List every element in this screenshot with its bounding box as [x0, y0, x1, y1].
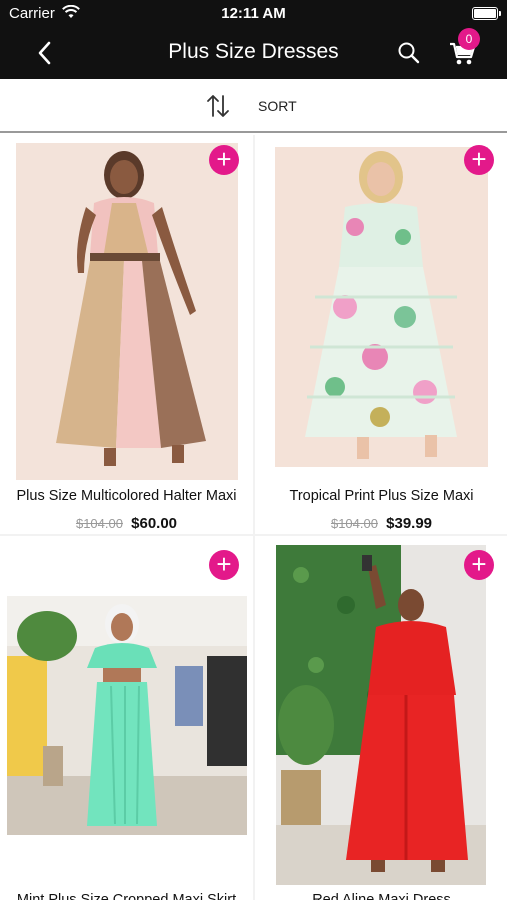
product-image[interactable]: [275, 147, 488, 467]
product-price: $104.00 $60.00: [0, 515, 253, 532]
sale-price: $39.99: [386, 515, 433, 532]
product-name[interactable]: Red Aline Maxi Dress: [255, 892, 507, 900]
product-card[interactable]: + Mint Plus Size Cropped Maxi Skirt: [0, 536, 253, 900]
product-name[interactable]: Mint Plus Size Cropped Maxi Skirt: [0, 892, 253, 900]
sort-label: SORT: [258, 98, 297, 114]
nav-bar: Plus Size Dresses 0: [0, 28, 507, 79]
original-price: $104.00: [75, 516, 123, 531]
original-price: $104.00: [330, 516, 378, 531]
cart-count-badge: 0: [458, 28, 480, 50]
page-title: Plus Size Dresses: [168, 40, 339, 63]
product-grid: + Plus Size Multicolored Halter Maxi $10…: [0, 135, 507, 900]
plus-icon: +: [471, 549, 487, 579]
product-price: $104.00 $39.99: [255, 515, 507, 532]
sort-icon: [207, 95, 229, 117]
product-image[interactable]: [16, 143, 238, 480]
sort-bar[interactable]: SORT: [0, 79, 507, 133]
product-card[interactable]: + Plus Size Multicolored Halter Maxi $10…: [0, 135, 253, 534]
status-bar: Carrier 12:11 AM: [0, 0, 507, 28]
product-image[interactable]: [276, 545, 486, 885]
plus-icon: +: [471, 144, 487, 174]
product-name[interactable]: Plus Size Multicolored Halter Maxi: [0, 488, 253, 504]
add-to-wishlist-button[interactable]: +: [464, 550, 494, 580]
plus-icon: +: [216, 549, 232, 579]
add-to-wishlist-button[interactable]: +: [209, 145, 239, 175]
product-card[interactable]: + Tropical Print Plus Size Maxi $104.00 …: [255, 135, 507, 534]
search-button[interactable]: [396, 40, 422, 66]
battery-icon: [472, 7, 501, 20]
add-to-wishlist-button[interactable]: +: [464, 145, 494, 175]
top-bar: Carrier 12:11 AM Plus Size Dresses 0: [0, 0, 507, 79]
product-name[interactable]: Tropical Print Plus Size Maxi: [255, 488, 507, 504]
add-to-wishlist-button[interactable]: +: [209, 550, 239, 580]
product-image[interactable]: [7, 596, 247, 835]
sale-price: $60.00: [131, 515, 178, 532]
search-icon: [398, 42, 420, 64]
product-card[interactable]: + Red Aline Maxi Dress: [255, 536, 507, 900]
plus-icon: +: [216, 144, 232, 174]
clock: 12:11 AM: [221, 5, 286, 22]
